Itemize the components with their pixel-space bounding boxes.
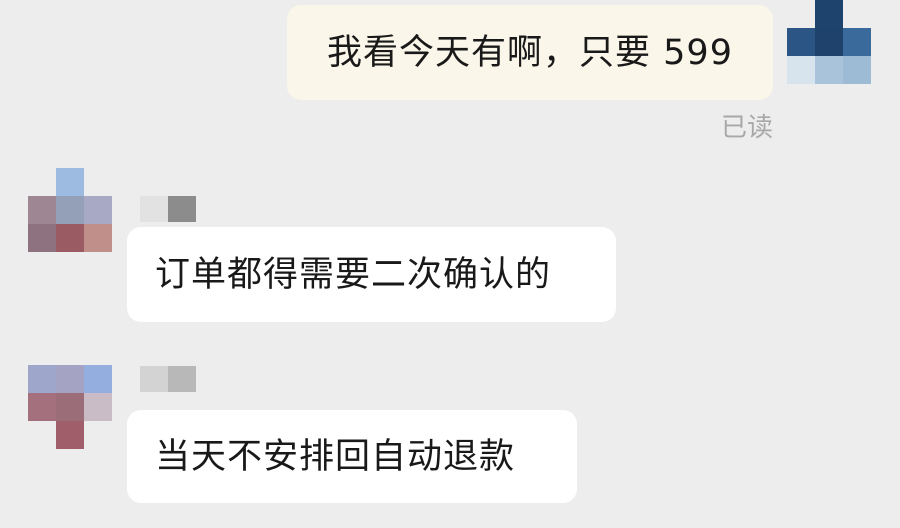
message-text: 我看今天有啊，只要 599 <box>327 32 733 73</box>
message-text: 当天不安排回自动退款 <box>155 436 516 477</box>
sender-name-blurred <box>140 366 196 392</box>
contact-avatar[interactable] <box>28 365 112 449</box>
message-bubble-incoming[interactable]: 当天不安排回自动退款 <box>127 410 577 503</box>
contact-avatar[interactable] <box>28 168 112 252</box>
read-receipt: 已读 <box>720 113 773 143</box>
message-bubble-self[interactable]: 我看今天有啊，只要 599 <box>287 5 773 100</box>
message-bubble-incoming[interactable]: 订单都得需要二次确认的 <box>127 227 616 322</box>
self-avatar[interactable] <box>787 0 871 84</box>
message-text: 订单都得需要二次确认的 <box>155 254 552 295</box>
sender-name-blurred <box>140 196 196 222</box>
